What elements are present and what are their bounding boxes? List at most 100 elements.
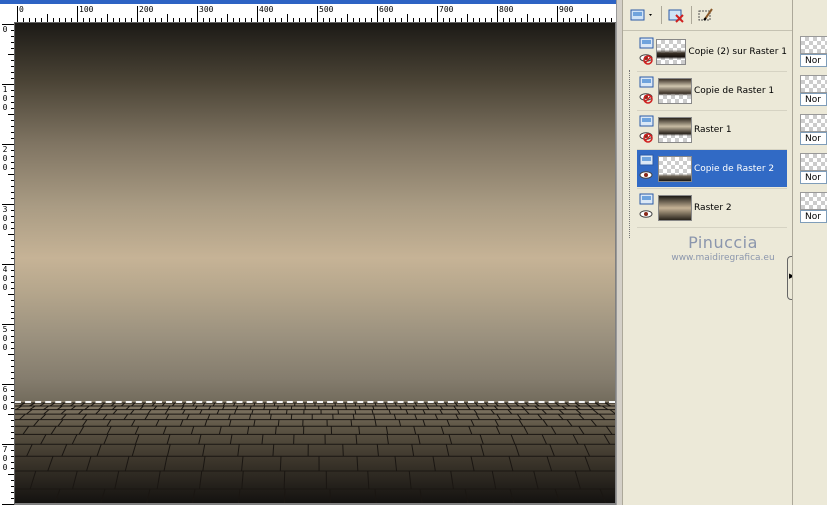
floor-grid-line — [574, 470, 581, 490]
document-canvas-area[interactable]: 0 100 200 300 400 500 600 700 800 900 0 1 0 0 2 0 0… — [0, 0, 620, 505]
floor-grid-line — [29, 470, 37, 490]
layer-row[interactable]: Raster 1 — [637, 111, 787, 148]
layer-row[interactable]: Raster 2 — [637, 189, 787, 226]
floor-grid-line — [495, 426, 501, 435]
ruler-tick — [521, 18, 522, 22]
floor-grid-line — [533, 470, 539, 490]
eye-hidden-icon[interactable] — [639, 93, 653, 104]
vertical-ruler: 0 1 0 0 2 0 0 3 0 0 4 0 0 5 0 0 6 0 0 7 0 0 — [0, 22, 15, 505]
floor-grid-line — [204, 419, 208, 427]
opacity-swatch[interactable] — [800, 192, 827, 210]
floor-grid-line — [385, 426, 389, 435]
floor-grid-line — [153, 405, 158, 410]
layer-icons — [637, 111, 657, 148]
layer-type-icon[interactable] — [639, 193, 654, 205]
floor-grid-line — [578, 413, 585, 420]
layer-name: Raster 2 — [694, 202, 732, 213]
floor-grid-line — [439, 409, 443, 415]
blend-mode-select[interactable]: Nor — [800, 132, 827, 145]
layer-row[interactable]: Copie de Raster 1 — [637, 72, 787, 109]
floor-grid-line — [358, 405, 361, 410]
edit-layer-button[interactable] — [695, 6, 717, 24]
layer-row[interactable]: Copie (2) sur Raster 1 — [637, 33, 787, 70]
floor-grid-line — [156, 470, 161, 490]
opacity-swatch[interactable] — [800, 114, 827, 132]
blend-mode-select[interactable]: Nor — [800, 54, 827, 67]
floor-grid-line — [376, 444, 379, 457]
image-canvas[interactable] — [15, 23, 615, 503]
ruler-tick — [101, 18, 102, 22]
ruler-tick — [17, 6, 18, 22]
new-layer-button[interactable] — [627, 6, 657, 24]
ruler-tick — [161, 18, 162, 22]
floor-grid-line — [106, 425, 112, 435]
blend-mode-select[interactable]: Nor — [800, 171, 827, 184]
layer-row[interactable]: Copie de Raster 2 — [637, 150, 787, 187]
blend-mode-select[interactable]: Nor — [800, 210, 827, 223]
floor-grid-line — [374, 419, 377, 427]
eye-icon[interactable] — [639, 210, 653, 218]
horizontal-ruler: 0 100 200 300 400 500 600 700 800 900 — [0, 0, 620, 23]
floor-grid-line — [491, 470, 497, 490]
ruler-tick — [545, 18, 546, 22]
opacity-swatch[interactable] — [800, 36, 827, 54]
ruler-tick — [491, 18, 492, 22]
opacity-swatch[interactable] — [800, 75, 827, 93]
floor-grid-line — [426, 405, 430, 410]
floor-grid-line — [208, 405, 212, 410]
ruler-tick — [377, 6, 378, 22]
layer-icons — [637, 33, 655, 70]
floor-grid-line — [514, 444, 520, 457]
ruler-tick — [209, 18, 210, 22]
layer-type-icon[interactable] — [639, 76, 654, 88]
layer-type-icon[interactable] — [639, 154, 654, 166]
ruler-tick — [11, 168, 14, 169]
ruler-tick — [563, 18, 564, 22]
blend-row: Nor — [798, 112, 827, 150]
floor-grid-line — [590, 419, 597, 427]
floor-grid-line — [372, 405, 375, 410]
floor-grid-line — [493, 405, 499, 411]
floor-grid-line — [144, 413, 149, 420]
opacity-swatch[interactable] — [800, 153, 827, 171]
ruler-tick — [11, 48, 14, 49]
ruler-tick — [137, 6, 138, 22]
floor-grid-line — [398, 419, 402, 427]
floor-grid-line — [198, 434, 202, 445]
eye-hidden-icon[interactable] — [639, 54, 653, 65]
ruler-tick — [11, 66, 14, 67]
floor-grid-line — [439, 405, 444, 410]
floor-grid-line — [480, 444, 485, 457]
ruler-label: 6 0 0 — [2, 385, 8, 412]
floor-grid-line — [134, 426, 140, 435]
ruler-tick — [11, 492, 14, 493]
blend-mode-select[interactable]: Nor — [800, 93, 827, 106]
layer-type-icon[interactable] — [639, 115, 654, 127]
floor-grid-line — [445, 444, 450, 457]
ruler-tick — [8, 354, 14, 355]
floor-grid-line — [583, 444, 591, 457]
floor-grid-line — [350, 419, 353, 427]
ruler-tick — [485, 18, 486, 22]
floor-grid-line — [33, 419, 40, 427]
floor-grid-line — [546, 456, 553, 472]
tree-connector — [629, 70, 630, 238]
floor-grid-line — [480, 405, 485, 410]
floor-grid-line — [598, 413, 606, 420]
ruler-tick — [599, 18, 600, 22]
floor-grid-line — [263, 405, 266, 410]
eye-icon[interactable] — [639, 171, 653, 179]
ruler-label: 1 0 0 — [2, 85, 8, 112]
floor-grid-line — [518, 419, 524, 427]
layer-type-icon[interactable] — [639, 37, 654, 49]
floor-grid-line — [473, 409, 478, 415]
ruler-label: 800 — [499, 5, 514, 14]
ruler-tick — [11, 126, 14, 127]
floor-grid-line — [155, 419, 160, 427]
ruler-tick — [395, 18, 396, 22]
delete-layer-button[interactable] — [665, 6, 687, 24]
floor-grid-line — [216, 409, 220, 415]
floor-grid-line — [22, 425, 30, 435]
eye-hidden-icon[interactable] — [639, 132, 653, 143]
floor-grid-line — [202, 444, 206, 457]
